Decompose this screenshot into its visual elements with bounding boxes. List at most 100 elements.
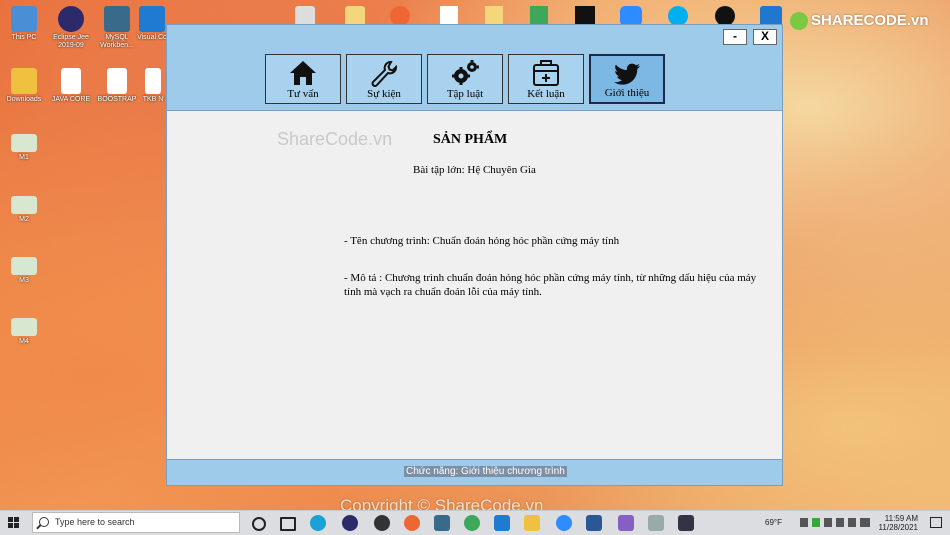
taskbar: Type here to search 69°F 11:59 AM 11/28/… bbox=[0, 510, 950, 535]
document-icon bbox=[61, 68, 81, 94]
file-icon bbox=[11, 257, 37, 275]
desktop-icon-label: M2 bbox=[19, 216, 29, 223]
sharecode-logo: SHARECODE.vn bbox=[790, 12, 929, 31]
tab-tu-van[interactable]: Tư vấn bbox=[265, 54, 341, 104]
desktop-icon-this-pc[interactable]: This PC bbox=[0, 6, 48, 42]
page-subtitle: Bài tập lớn: Hệ Chuyên Gia bbox=[413, 164, 536, 176]
desktop-icon-visual-code[interactable]: Visual Co bbox=[137, 6, 167, 42]
vscode-taskbar-icon[interactable] bbox=[494, 515, 510, 531]
skype-icon bbox=[668, 6, 688, 26]
desktop-icon-label: M1 bbox=[19, 154, 29, 161]
clock[interactable]: 11:59 AM 11/28/2021 bbox=[879, 514, 918, 532]
tab-gioi-thieu[interactable]: Giới thiệu bbox=[589, 54, 665, 104]
desktop-icon-m1[interactable]: M1 bbox=[0, 134, 48, 162]
clock-time: 11:59 AM bbox=[884, 514, 918, 523]
page-title: SẢN PHẨM bbox=[433, 132, 508, 147]
system-tray: 69°F 11:59 AM 11/28/2021 bbox=[702, 514, 942, 534]
tab-label: Sự kiện bbox=[367, 88, 401, 100]
home-icon bbox=[290, 61, 316, 85]
mysql-icon bbox=[104, 6, 130, 32]
content-watermark: ShareCode.vn bbox=[277, 129, 393, 149]
zalo-icon[interactable] bbox=[556, 515, 572, 531]
desktop-icon-label: Eclipse Jee 2019-09 bbox=[53, 34, 89, 49]
desktop-icon-label: This PC bbox=[11, 34, 37, 41]
desktop-icon-downloads[interactable]: Downloads bbox=[0, 68, 48, 104]
desktop-icon-label: BOOSTRAP bbox=[97, 96, 137, 103]
file-icon bbox=[11, 134, 37, 152]
desktop-icon-m3[interactable]: M3 bbox=[0, 257, 48, 285]
search-placeholder: Type here to search bbox=[55, 517, 135, 527]
gears-icon bbox=[452, 60, 479, 85]
app-icon bbox=[345, 6, 365, 26]
visual-studio-icon[interactable] bbox=[618, 515, 634, 531]
file-icon bbox=[11, 318, 37, 336]
tray-icons[interactable] bbox=[800, 518, 870, 527]
search-icon bbox=[39, 517, 49, 527]
status-text: Chức năng: Giới thiệu chương trình bbox=[404, 466, 567, 477]
desktop-icon-label: Visual Co bbox=[137, 34, 167, 41]
notification-icon[interactable] bbox=[930, 517, 942, 528]
desktop-icon-eclipse[interactable]: Eclipse Jee 2019-09 bbox=[47, 6, 95, 50]
folder-icon bbox=[11, 68, 37, 94]
desktop-icon-m2[interactable]: M2 bbox=[0, 196, 48, 224]
app-taskbar-icon[interactable] bbox=[434, 515, 450, 531]
main-toolbar: Tư vấn Sự kiện Tập luật Kết luận Giới th… bbox=[167, 49, 782, 111]
desktop-icon-tkb[interactable]: TKB N bbox=[140, 68, 166, 104]
desktop-icon-label: Downloads bbox=[6, 96, 42, 103]
document-icon bbox=[145, 68, 161, 94]
app-icon bbox=[295, 6, 315, 26]
medical-kit-icon bbox=[533, 60, 559, 86]
tab-label: Giới thiệu bbox=[604, 87, 650, 99]
tab-tap-luat[interactable]: Tập luật bbox=[427, 54, 503, 104]
app-taskbar-icon[interactable] bbox=[648, 515, 664, 531]
pycharm-icon bbox=[575, 6, 595, 26]
logo-text: SHARECODE.vn bbox=[811, 12, 929, 29]
window-titlebar[interactable]: - X bbox=[167, 25, 782, 49]
app-icon bbox=[530, 6, 548, 26]
tab-label: Kết luận bbox=[527, 88, 565, 100]
desktop-icon-label: JAVA CORE bbox=[51, 96, 91, 103]
app-icon bbox=[485, 6, 503, 26]
wrench-icon bbox=[371, 61, 397, 87]
description-text: - Mô tả : Chương trình chuẩn đoán hỏng h… bbox=[344, 272, 757, 298]
file-icon bbox=[11, 196, 37, 214]
taskbar-search-input[interactable]: Type here to search bbox=[32, 512, 240, 533]
desktop-icon-label: TKB N bbox=[142, 96, 164, 103]
app-taskbar-icon[interactable] bbox=[678, 515, 694, 531]
weather-text[interactable]: 69°F bbox=[765, 518, 782, 527]
task-view-icon[interactable] bbox=[280, 517, 296, 531]
tab-ket-luan[interactable]: Kết luận bbox=[508, 54, 584, 104]
computer-icon bbox=[11, 6, 37, 32]
app-taskbar-icon[interactable] bbox=[464, 515, 480, 531]
desktop-icon-label: M4 bbox=[19, 338, 29, 345]
tab-label: Tập luật bbox=[446, 88, 484, 100]
desktop-icon-m4[interactable]: M4 bbox=[0, 318, 48, 346]
app-icon bbox=[440, 6, 458, 26]
app-icon bbox=[760, 6, 782, 26]
record-icon bbox=[715, 6, 735, 26]
tab-su-kien[interactable]: Sự kiện bbox=[346, 54, 422, 104]
status-bar: Chức năng: Giới thiệu chương trình bbox=[167, 459, 782, 485]
content-panel: ShareCode.vn SẢN PHẨM Bài tập lớn: Hệ Ch… bbox=[167, 111, 782, 461]
zoom-icon bbox=[620, 6, 642, 26]
close-button[interactable]: X bbox=[753, 29, 777, 45]
minimize-button[interactable]: - bbox=[723, 29, 747, 45]
tab-label: Tư vấn bbox=[287, 88, 319, 100]
program-name-text: - Tên chương trình: Chuẩn đoán hỏng hóc … bbox=[344, 235, 620, 247]
file-explorer-icon[interactable] bbox=[524, 515, 540, 531]
desktop-icon-bootstrap[interactable]: BOOSTRAP bbox=[93, 68, 141, 104]
vscode-icon bbox=[139, 6, 165, 32]
app-taskbar-icon[interactable] bbox=[374, 515, 390, 531]
windows-start-icon[interactable] bbox=[8, 517, 20, 529]
desktop-icon-label: MySQL Workben... bbox=[100, 34, 134, 49]
app-window: - X Tư vấn Sự kiện Tập luật Kết luận Giớ… bbox=[166, 24, 783, 486]
logo-circle-icon bbox=[790, 12, 808, 31]
word-icon[interactable] bbox=[586, 515, 602, 531]
desktop-icon-java-core[interactable]: JAVA CORE bbox=[47, 68, 95, 104]
desktop-icon-mysql[interactable]: MySQL Workben... bbox=[93, 6, 141, 50]
edge-icon[interactable] bbox=[310, 515, 326, 531]
document-icon bbox=[107, 68, 127, 94]
git-icon[interactable] bbox=[404, 515, 420, 531]
eclipse-taskbar-icon[interactable] bbox=[342, 515, 358, 531]
cortana-icon[interactable] bbox=[252, 517, 266, 531]
